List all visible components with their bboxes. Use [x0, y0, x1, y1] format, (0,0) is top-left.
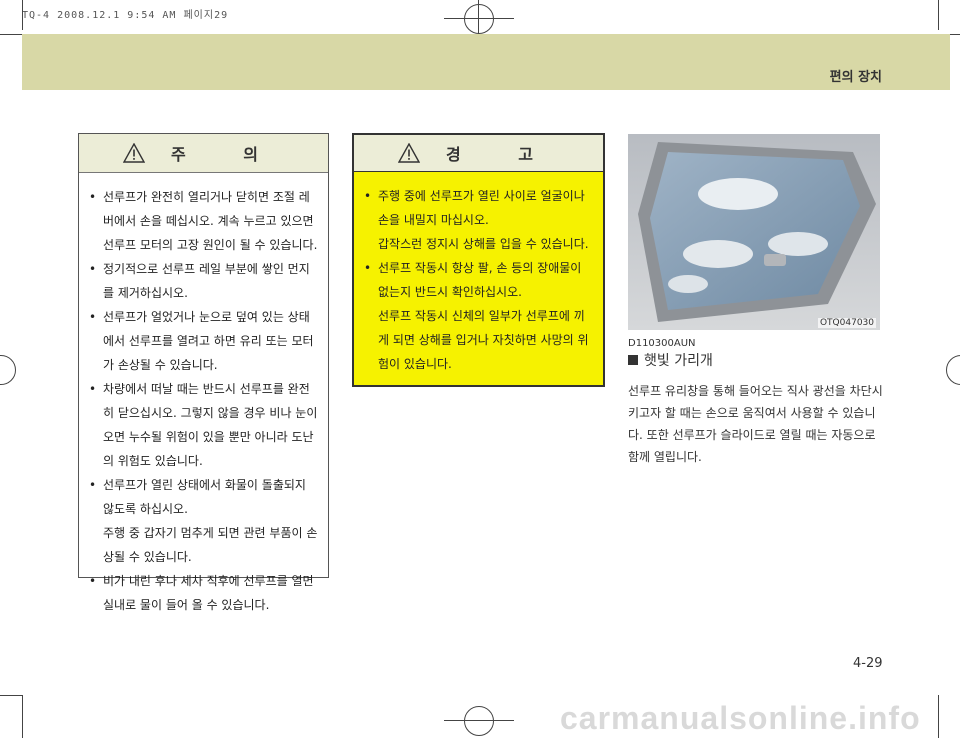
- warning-item: • 선루프 작동시 항상 팔, 손 등의 장애물이 없는지 반드시 확인하십시오.…: [364, 261, 589, 371]
- warning-list: • 주행 중에 선루프가 열린 사이로 얼굴이나 손을 내밀지 마십시오. 갑작스런…: [354, 172, 603, 376]
- section-body: 선루프 유리창을 통해 들어오는 직사 광선을 차단시키고자 할 때는 손으로 …: [628, 384, 883, 464]
- section-code: D110300AUN: [628, 338, 696, 349]
- crop-line-right: [938, 0, 939, 30]
- registration-line-bottom: [444, 720, 514, 721]
- caution-title: 주 의: [170, 145, 284, 164]
- section-title-text: 햇빛 가리개: [644, 353, 713, 369]
- crop-line-bottom: [0, 695, 22, 696]
- crop-line-bottom-right: [938, 695, 939, 738]
- warning-header: 경 고: [354, 135, 603, 172]
- caution-item: • 선루프가 열린 상태에서 화물이 돌출되지 않도록 하십시오. 주행 중 갑자기…: [89, 478, 318, 564]
- warning-item: • 주행 중에 선루프가 열린 사이로 얼굴이나 손을 내밀지 마십시오. 갑작스런…: [364, 189, 589, 251]
- header-band: [22, 34, 950, 90]
- sunroof-photo: OTQ047030: [628, 134, 880, 330]
- caution-item: • 비가 내린 후나 세차 직후에 선루프를 열면 실내로 물이 들어 올 수 있…: [89, 574, 314, 612]
- section-title: 햇빛 가리개: [628, 350, 713, 370]
- crop-line-top: [0, 34, 22, 35]
- warning-triangle-icon: [397, 143, 420, 163]
- crop-line-top-right: [950, 34, 960, 35]
- page-section-title: 편의 장치: [829, 70, 882, 85]
- caution-header: 주 의: [79, 134, 328, 173]
- caution-item: • 차량에서 떠날 때는 반드시 선루프를 완전히 닫으십시오. 그렇지 않을 경…: [89, 382, 318, 468]
- watermark: carmanualsonline.info: [560, 700, 921, 736]
- crop-line-left: [22, 0, 23, 30]
- registration-mark-left: [0, 355, 16, 385]
- warning-triangle-icon: [122, 143, 145, 163]
- sunroof-illustration: [628, 134, 880, 330]
- caution-list: • 선루프가 완전히 열리거나 닫히면 조절 레버에서 손을 떼십시오. 계속 누…: [79, 173, 328, 617]
- page-number: 4-29: [853, 656, 883, 671]
- registration-mark-right: [946, 355, 960, 385]
- square-bullet-icon: [628, 355, 638, 365]
- registration-line-top: [444, 18, 514, 19]
- caution-box: 주 의 • 선루프가 완전히 열리거나 닫히면 조절 레버에서 손을 떼십시오. …: [78, 133, 329, 612]
- crop-line-bottom-left: [22, 695, 23, 738]
- caution-item: • 정기적으로 선루프 레일 부분에 쌓인 먼지를 제거하십시오.: [89, 262, 310, 300]
- photo-code: OTQ047030: [817, 318, 876, 328]
- registration-mark-bottom: [464, 706, 494, 736]
- print-header: TQ-4 2008.12.1 9:54 AM 페이지29: [22, 10, 229, 21]
- warning-title: 경 고: [445, 145, 559, 164]
- caution-item: • 선루프가 얼었거나 눈으로 덮여 있는 상태에서 선루프를 열려고 하면 유리…: [89, 310, 314, 372]
- warning-box: 경 고 • 주행 중에 선루프가 열린 사이로 얼굴이나 손을 내밀지 마십시오.…: [352, 133, 605, 387]
- caution-item: • 선루프가 완전히 열리거나 닫히면 조절 레버에서 손을 떼십시오. 계속 누…: [89, 190, 318, 252]
- registration-mark-top: [464, 4, 494, 34]
- registration-vline-top: [478, 0, 479, 36]
